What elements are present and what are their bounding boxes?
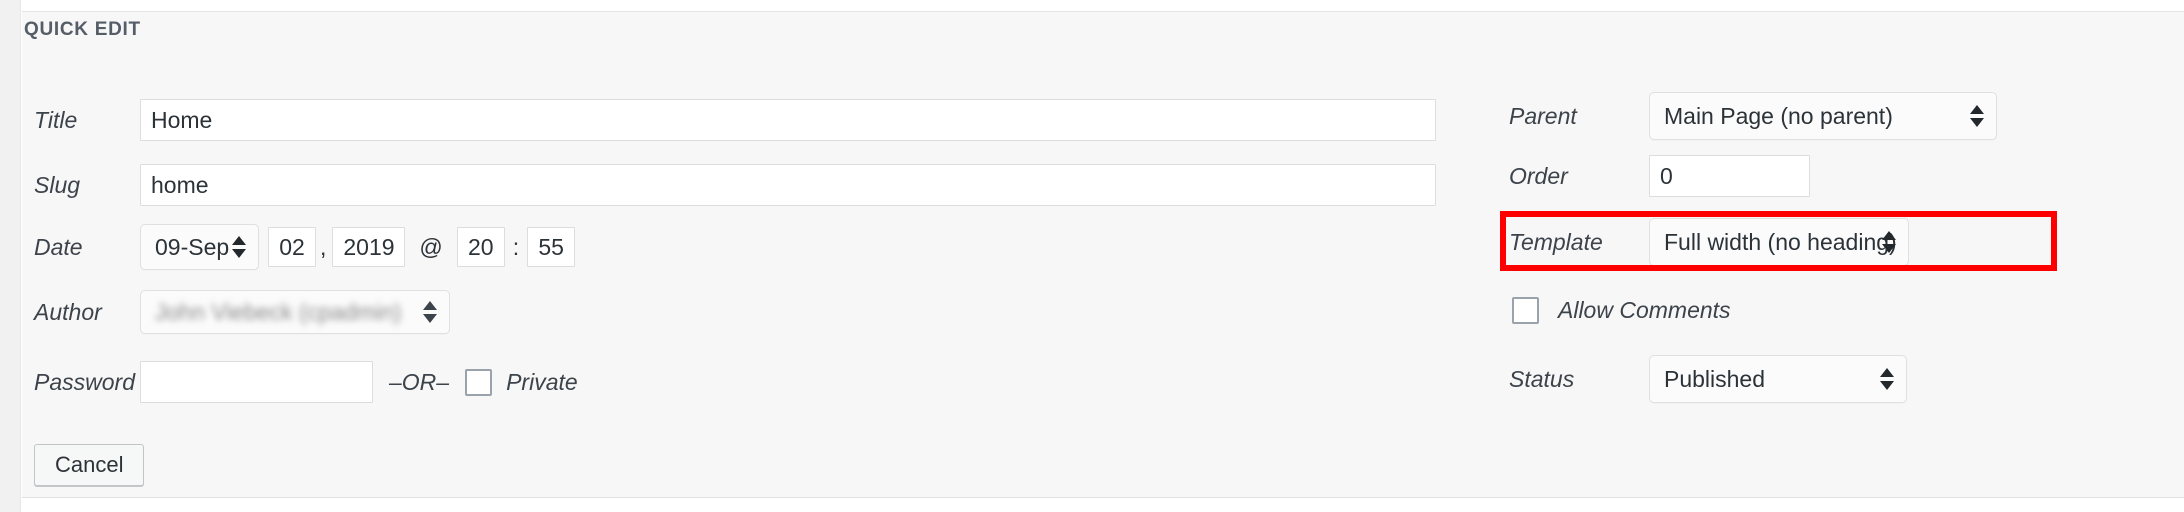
status-value: Published bbox=[1664, 365, 1766, 392]
allow-comments-row: Allow Comments bbox=[1512, 297, 1731, 324]
date-day-input[interactable] bbox=[268, 227, 316, 267]
table-row-above bbox=[22, 0, 2184, 11]
updown-arrows-icon bbox=[423, 301, 437, 323]
parent-label: Parent bbox=[1509, 102, 1577, 129]
author-row: Author John Viebeck (cpadmin) bbox=[34, 290, 450, 334]
order-row: Order bbox=[1509, 155, 1810, 197]
author-value: John Viebeck (cpadmin) bbox=[155, 298, 402, 325]
title-label: Title bbox=[34, 106, 78, 133]
template-value: Full width (no heading) bbox=[1664, 228, 1897, 255]
updown-arrows-icon bbox=[1880, 368, 1894, 390]
table-row-below bbox=[22, 498, 2184, 512]
allow-comments-checkbox[interactable] bbox=[1512, 297, 1539, 324]
parent-select[interactable]: Main Page (no parent) bbox=[1649, 92, 1997, 140]
updown-arrows-icon bbox=[232, 236, 246, 258]
private-label: Private bbox=[506, 368, 578, 395]
date-comma: , bbox=[320, 233, 327, 260]
date-month-select[interactable]: 09-Sep bbox=[140, 224, 259, 270]
date-at-symbol: @ bbox=[419, 233, 443, 260]
date-colon: : bbox=[512, 233, 520, 260]
order-label: Order bbox=[1509, 162, 1568, 189]
slug-row: Slug bbox=[34, 164, 1436, 206]
template-select[interactable]: Full width (no heading) bbox=[1649, 218, 1909, 266]
date-label: Date bbox=[34, 233, 83, 260]
template-row: Template Full width (no heading) bbox=[1509, 218, 1909, 266]
status-label: Status bbox=[1509, 365, 1575, 392]
private-checkbox[interactable] bbox=[465, 368, 493, 396]
updown-arrows-icon bbox=[1882, 231, 1896, 253]
author-select[interactable]: John Viebeck (cpadmin) bbox=[140, 290, 450, 334]
title-input[interactable] bbox=[140, 99, 1436, 141]
order-input[interactable] bbox=[1649, 155, 1810, 197]
date-year-input[interactable] bbox=[332, 227, 406, 267]
status-select[interactable]: Published bbox=[1649, 355, 1907, 403]
page-left-gutter bbox=[0, 0, 21, 512]
password-row: Password –OR– Private bbox=[34, 361, 578, 403]
updown-arrows-icon bbox=[1970, 105, 1984, 127]
password-input[interactable] bbox=[140, 361, 373, 403]
password-or-text: –OR– bbox=[389, 368, 450, 395]
password-label: Password bbox=[34, 368, 135, 395]
date-minute-input[interactable] bbox=[527, 227, 576, 267]
date-month-value: 09-Sep bbox=[155, 233, 230, 260]
parent-row: Parent Main Page (no parent) bbox=[1509, 92, 1997, 140]
parent-value: Main Page (no parent) bbox=[1664, 102, 1893, 129]
author-label: Author bbox=[34, 298, 102, 325]
quick-edit-legend: QUICK EDIT bbox=[24, 19, 141, 40]
date-hour-input[interactable] bbox=[456, 227, 505, 267]
slug-input[interactable] bbox=[140, 164, 1436, 206]
title-row: Title bbox=[34, 99, 1436, 141]
date-row: Date 09-Sep , @ : bbox=[34, 224, 576, 270]
status-row: Status Published bbox=[1509, 355, 1907, 403]
cancel-button[interactable]: Cancel bbox=[34, 444, 145, 486]
quick-edit-screen: QUICK EDIT Title Slug Date 09-Sep , @ : … bbox=[0, 0, 2184, 512]
template-label: Template bbox=[1509, 228, 1603, 255]
allow-comments-label: Allow Comments bbox=[1558, 297, 1731, 323]
slug-label: Slug bbox=[34, 171, 81, 198]
